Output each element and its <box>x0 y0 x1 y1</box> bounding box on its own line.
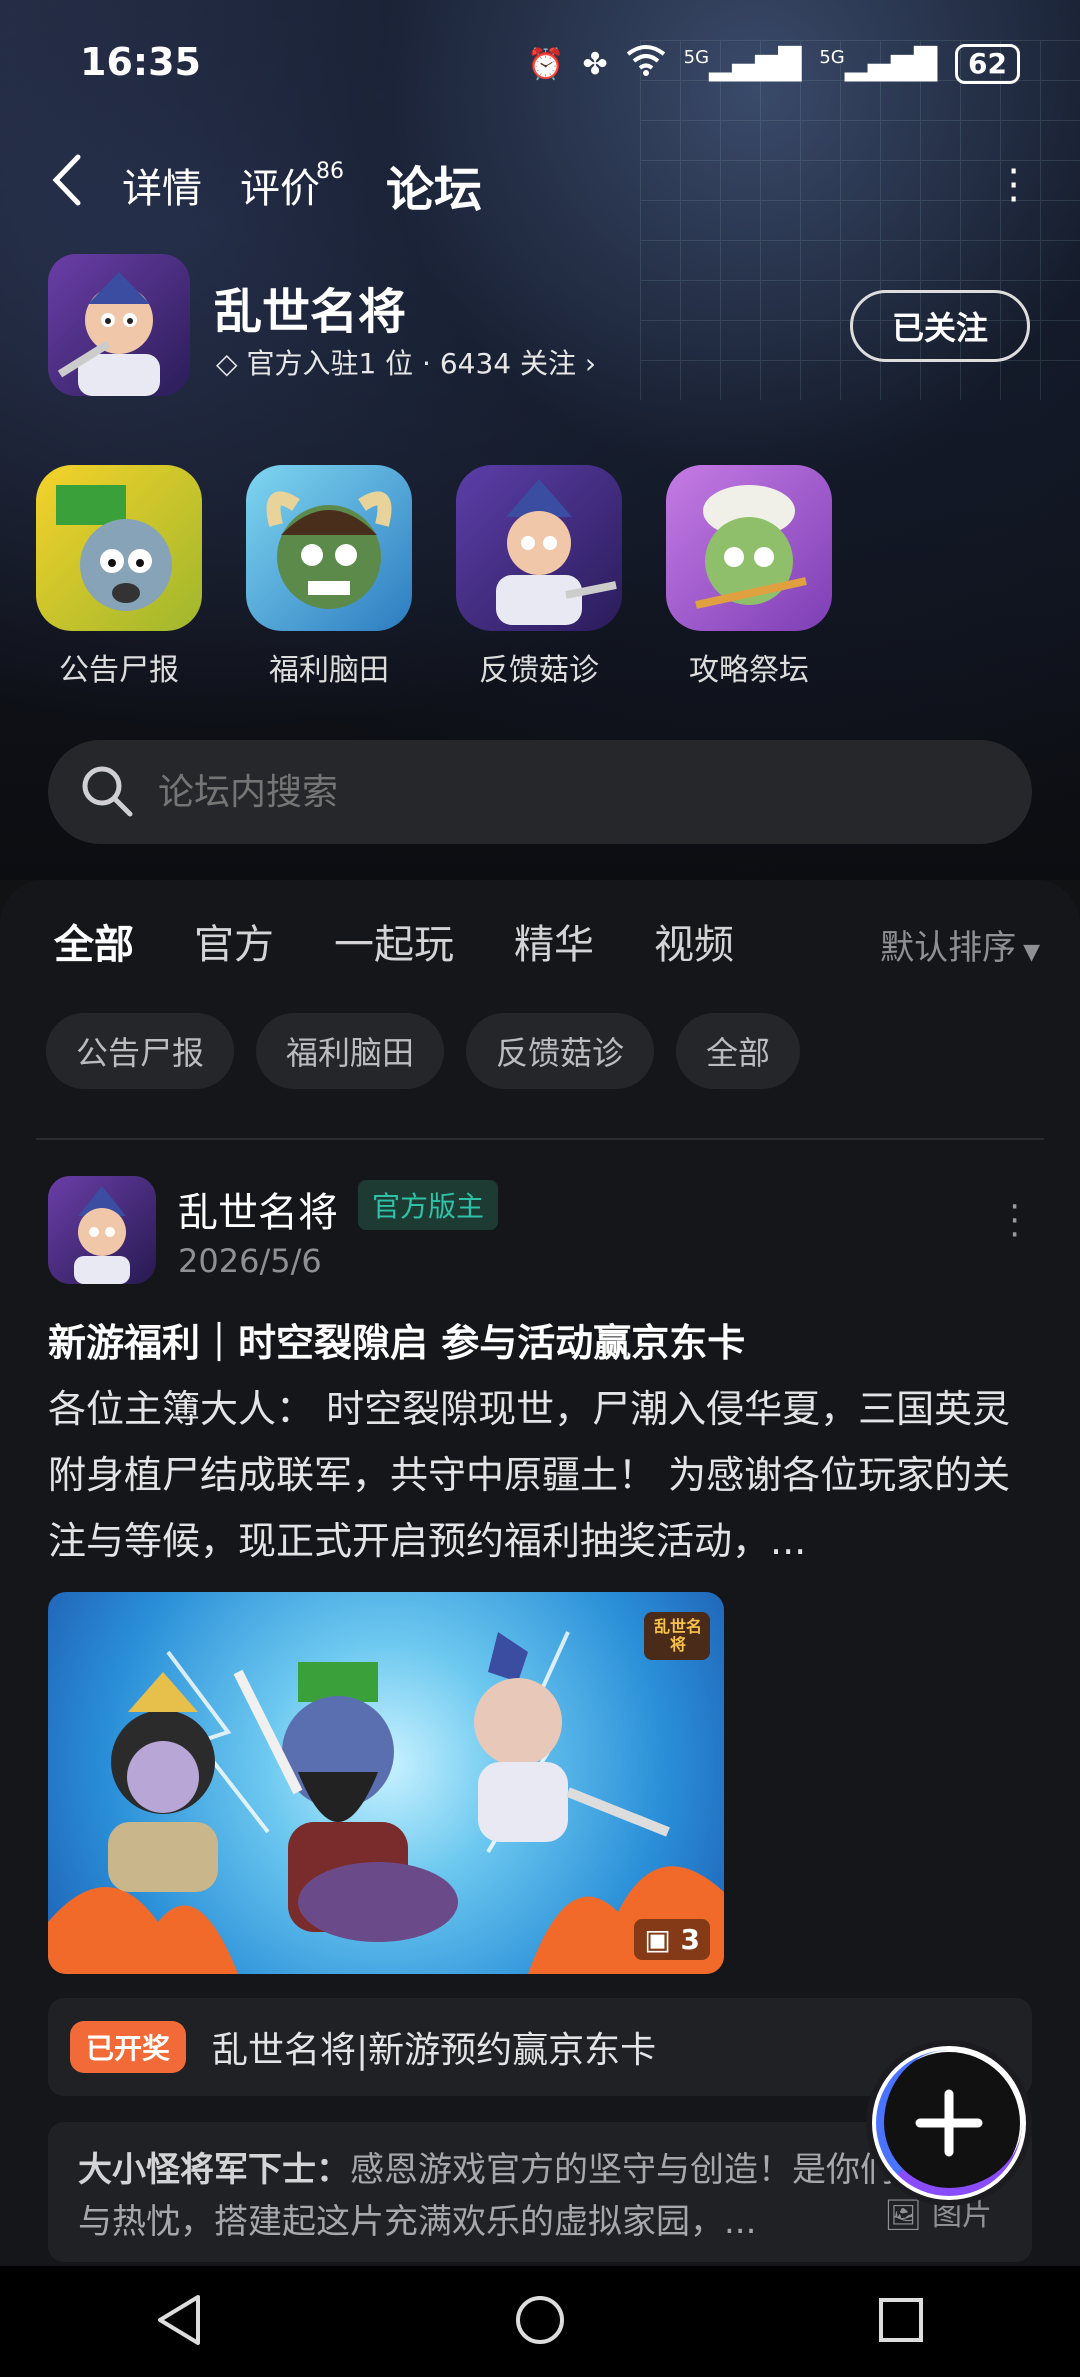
category-guides-icon <box>666 465 832 631</box>
sort-label: 默认排序 <box>880 928 1017 968</box>
system-navigation-bar <box>0 2266 1080 2377</box>
back-icon[interactable] <box>50 153 84 217</box>
tab-all[interactable]: 全部 <box>54 912 134 974</box>
plus-icon <box>915 2089 983 2157</box>
signal-icon-2: 5G▂▄▆█ <box>819 46 938 82</box>
game-title: 乱世名将 <box>214 284 407 340</box>
signal-icon: 5G▂▄▆█ <box>683 46 802 82</box>
caret-down-icon: ▼ <box>1016 940 1040 965</box>
search-input[interactable] <box>156 770 960 814</box>
category-announcements-icon <box>36 465 202 631</box>
sort-dropdown[interactable]: 默认排序 ▼ <box>880 920 1040 969</box>
picture-icon: 🖼 <box>884 2198 932 2233</box>
top-nav: 详情 评价86 论坛 <box>50 150 482 220</box>
game-stats[interactable]: ◇ 官方入驻1 位 · 6434 关注 › <box>216 342 596 382</box>
category-label: 攻略祭坛 <box>689 653 809 688</box>
more-options-icon[interactable]: · · · <box>1007 152 1020 220</box>
official-moderator-badge: 官方版主 <box>358 1180 499 1230</box>
search-icon <box>78 762 134 822</box>
picture-label: 图片 <box>932 2198 992 2233</box>
tab-official[interactable]: 官方 <box>194 912 274 970</box>
post-title[interactable]: 新游福利｜时空裂隙启 参与活动赢京东卡 <box>48 1312 745 1367</box>
diamond-icon: ◇ <box>216 347 247 380</box>
tab-video[interactable]: 视频 <box>654 912 734 970</box>
category-label: 公告尸报 <box>59 653 179 688</box>
avatar[interactable] <box>48 1176 156 1284</box>
chip-welfare[interactable]: 福利脑田 <box>256 1013 445 1089</box>
lottery-title: 乱世名将|新游预约赢京东卡 <box>212 2030 657 2071</box>
forum-search-bar[interactable] <box>48 740 1032 844</box>
post-image[interactable]: 乱世名将 ▣ 3 <box>48 1592 724 1974</box>
category-row: 公告尸报 福利脑田 反馈菇诊 攻略祭坛 <box>36 465 832 689</box>
battery-icon: 62 <box>955 44 1020 84</box>
chip-all[interactable]: 全部 <box>676 1013 801 1089</box>
home-nav-icon[interactable] <box>513 2293 567 2351</box>
wifi-icon <box>626 44 666 84</box>
reviews-count: 86 <box>316 159 344 184</box>
image-count: 3 <box>680 1923 700 1956</box>
category-guides[interactable]: 攻略祭坛 <box>666 465 832 689</box>
image-icon: ▣ <box>644 1923 681 1956</box>
category-announcements[interactable]: 公告尸报 <box>36 465 202 689</box>
chip-announcements[interactable]: 公告尸报 <box>46 1013 235 1089</box>
tab-reviews[interactable]: 评价86 <box>240 156 348 214</box>
category-label: 福利脑田 <box>269 653 389 688</box>
status-icons: ⏰ ✤ 5G▂▄▆█ 5G▂▄▆█ 62 <box>527 44 1020 84</box>
filter-tabs: 全部 官方 一起玩 精华 视频 <box>54 912 734 974</box>
post-more-icon[interactable]: · · · <box>1009 1190 1020 1252</box>
category-welfare-icon <box>246 465 412 631</box>
category-feedback[interactable]: 反馈菇诊 <box>456 465 622 689</box>
post-date: 2026/5/6 <box>178 1242 322 1280</box>
lottery-status-badge: 已开奖 <box>70 2021 187 2073</box>
tab-featured[interactable]: 精华 <box>514 912 594 970</box>
back-nav-icon[interactable] <box>154 2293 204 2351</box>
chip-feedback[interactable]: 反馈菇诊 <box>466 1013 655 1089</box>
game-logo-badge: 乱世名将 <box>653 1617 702 1654</box>
fan-icon: ✤ <box>582 46 608 82</box>
follow-button[interactable]: 已关注 <box>850 290 1030 362</box>
comment-author: 大小怪将军下士： <box>78 2150 350 2190</box>
game-icon[interactable] <box>48 254 190 396</box>
category-welfare[interactable]: 福利脑田 <box>246 465 412 689</box>
post-body[interactable]: 各位主簿大人： 时空裂隙现世，尸潮入侵华夏，三国英灵附身植尸结成联军，共守中原疆… <box>48 1376 1038 1574</box>
category-chips: 公告尸报 福利脑田 反馈菇诊 全部 <box>46 1013 801 1089</box>
recents-nav-icon[interactable] <box>876 2295 926 2349</box>
chevron-right-icon: › <box>576 347 597 380</box>
alarm-icon: ⏰ <box>527 46 565 82</box>
tab-details[interactable]: 详情 <box>122 156 202 214</box>
category-label: 反馈菇诊 <box>479 653 599 688</box>
category-feedback-icon <box>456 465 622 631</box>
create-post-button[interactable] <box>872 2046 1026 2200</box>
image-count-badge: ▣ 3 <box>634 1919 710 1960</box>
status-time: 16:35 <box>80 40 201 84</box>
post-author[interactable]: 乱世名将 <box>178 1180 338 1238</box>
tab-forum[interactable]: 论坛 <box>386 150 482 220</box>
tab-reviews-label: 评价 <box>240 166 320 212</box>
game-stats-text: 官方入驻1 位 · 6434 关注 <box>246 347 577 380</box>
tab-play-together[interactable]: 一起玩 <box>334 912 454 970</box>
divider <box>36 1138 1044 1140</box>
